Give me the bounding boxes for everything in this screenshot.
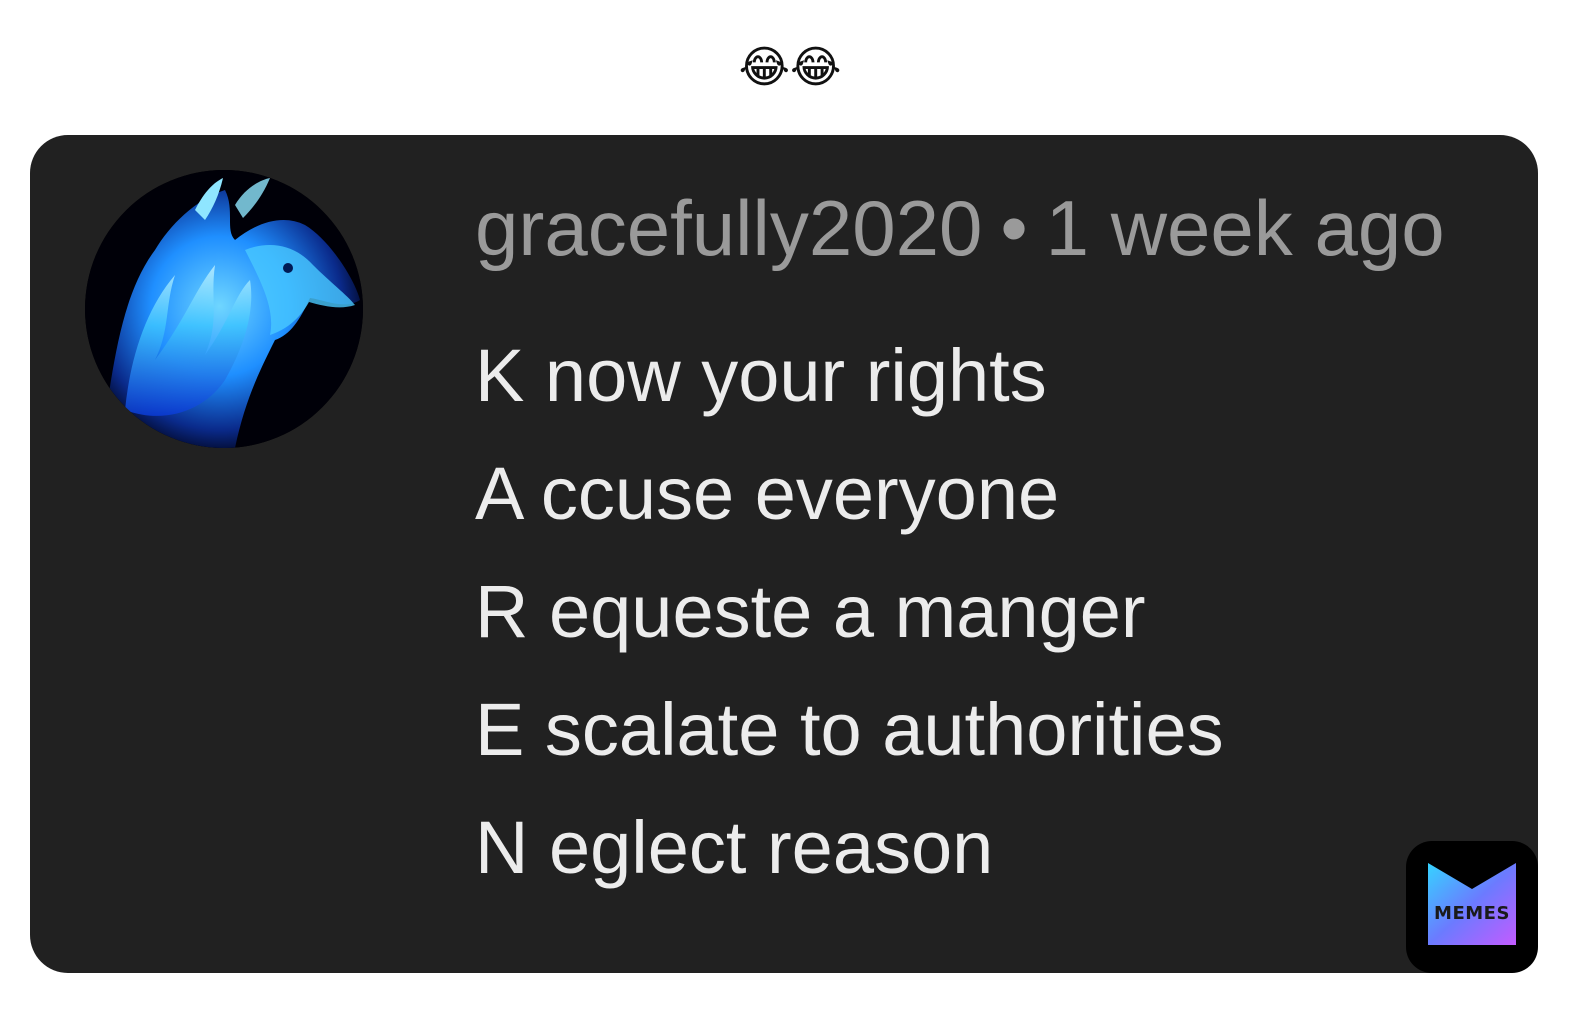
- comment-line: K now your rights: [475, 334, 1047, 417]
- comment-line: E scalate to authorities: [475, 688, 1224, 771]
- avatar[interactable]: [85, 170, 363, 448]
- separator-dot: •: [1000, 184, 1028, 272]
- comment-header: gracefully2020 • 1 week ago: [475, 183, 1445, 273]
- timestamp: 1 week ago: [1045, 184, 1445, 272]
- comment-line: A ccuse everyone: [475, 452, 1060, 535]
- memes-label: MEMES: [1434, 903, 1510, 924]
- comment-line: R equeste a manger: [475, 570, 1146, 653]
- comment-body: K now your rights A ccuse everyone R equ…: [475, 317, 1224, 907]
- caption-emoji: 😂😂: [738, 42, 842, 93]
- blue-flame-horse-icon: [85, 170, 363, 448]
- memes-watermark: MEMES: [1406, 841, 1538, 973]
- comment-card: gracefully2020 • 1 week ago K now your rig…: [30, 135, 1538, 973]
- comment-line: N eglect reason: [475, 806, 994, 889]
- username[interactable]: gracefully2020: [475, 184, 982, 272]
